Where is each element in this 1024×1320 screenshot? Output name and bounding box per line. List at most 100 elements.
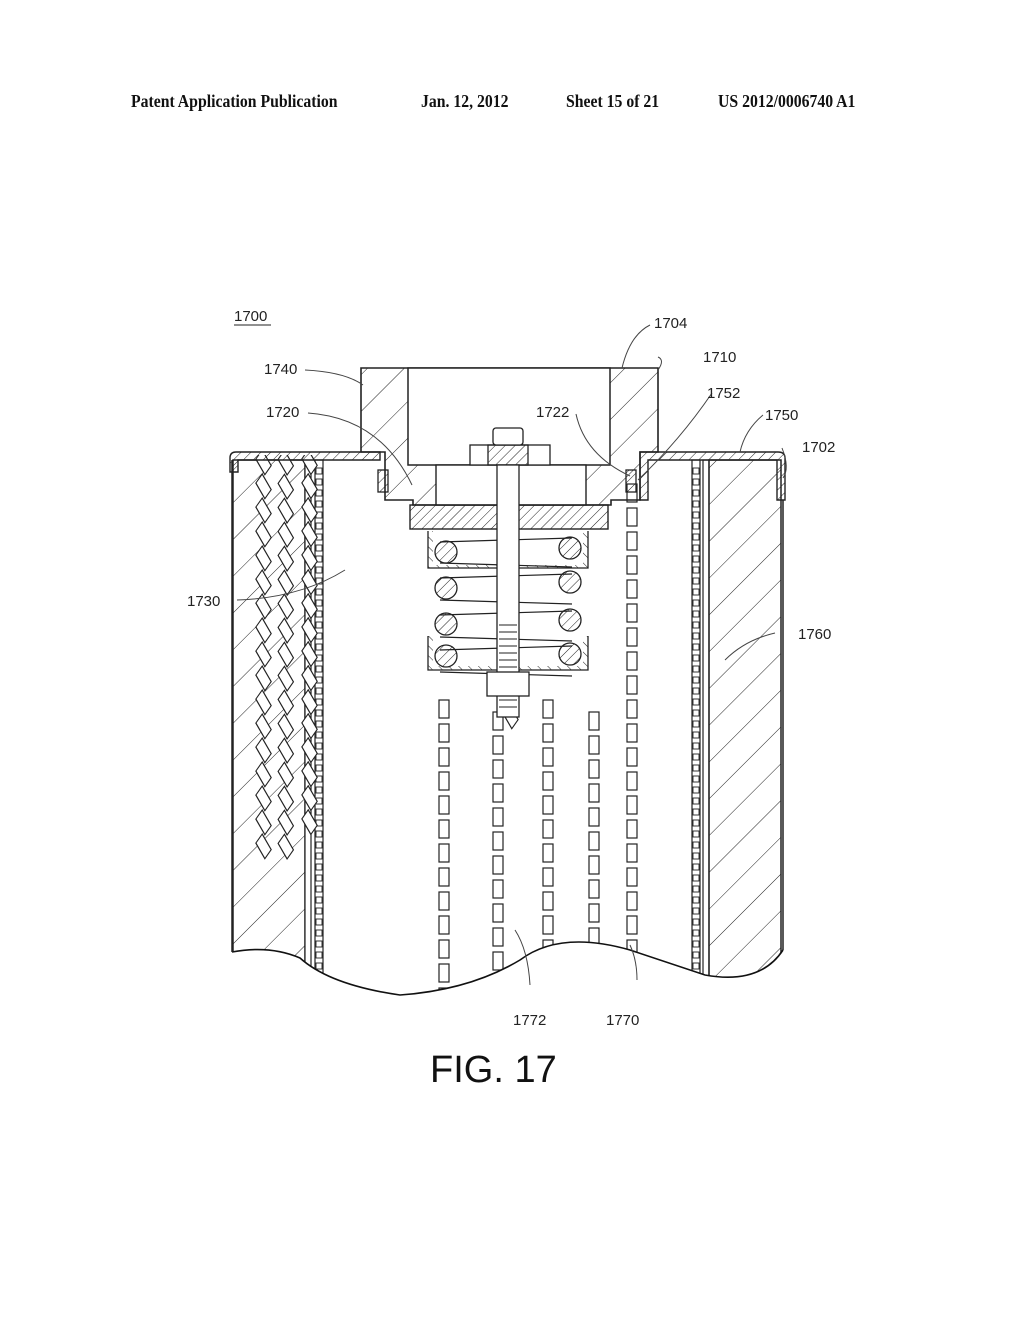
media-slot [503, 296, 518, 321]
perforation [692, 984, 700, 992]
media-slot [588, 783, 600, 803]
perforation [315, 907, 323, 915]
perforation [692, 973, 700, 981]
media-slot [302, 306, 317, 331]
perforation [692, 533, 700, 541]
media-slot [492, 807, 504, 827]
perforation [315, 544, 323, 552]
media-slot [626, 843, 638, 863]
media-slot [256, 378, 271, 403]
label-1702: 1702 [802, 439, 835, 456]
media-slot [588, 855, 600, 875]
media-slot [626, 819, 638, 839]
media-slot [256, 330, 271, 355]
left-perforations [315, 467, 323, 1002]
label-1730: 1730 [187, 593, 220, 610]
media-slot [438, 747, 450, 767]
media-slot [503, 344, 518, 369]
media-slot [492, 831, 504, 851]
media-slot [626, 675, 638, 695]
label-1772: 1772 [513, 1012, 546, 1029]
perforation [692, 731, 700, 739]
bolt-head [492, 427, 524, 446]
perforation [693, 996, 699, 1002]
perforation [692, 830, 700, 838]
media-slot [278, 426, 293, 451]
perforation [315, 808, 323, 816]
filter-media-slots [255, 200, 638, 995]
perforation [692, 478, 700, 486]
perforation [315, 874, 323, 882]
media-slot [503, 200, 518, 225]
perforation [315, 830, 323, 838]
perforation [315, 643, 323, 651]
perforation [692, 929, 700, 937]
media-slot [438, 771, 450, 791]
perforation [315, 973, 323, 981]
media-slot [626, 531, 638, 551]
perforation [315, 621, 323, 629]
perforation [692, 940, 700, 948]
perforation [315, 786, 323, 794]
perforation [692, 819, 700, 827]
media-slot [626, 627, 638, 647]
perforation [315, 984, 323, 992]
media-slot [626, 891, 638, 911]
label-1704: 1704 [654, 315, 687, 332]
right-perforations [692, 467, 700, 1002]
perforation [315, 478, 323, 486]
perforation [315, 588, 323, 596]
perforation [315, 731, 323, 739]
media-slot [542, 771, 554, 791]
perforation [315, 962, 323, 970]
perforation [692, 599, 700, 607]
perforation [692, 907, 700, 915]
media-slot [626, 723, 638, 743]
perforation [315, 709, 323, 717]
perforation [692, 610, 700, 618]
perforation [315, 489, 323, 497]
label-1760: 1760 [798, 626, 831, 643]
media-slot [492, 855, 504, 875]
media-slot [542, 795, 554, 815]
perforation [316, 996, 322, 1002]
perforation [315, 665, 323, 673]
perforation [315, 764, 323, 772]
media-slot [626, 651, 638, 671]
media-slot [492, 927, 504, 947]
label-1720: 1720 [266, 404, 299, 421]
perforation [315, 753, 323, 761]
media-slot [438, 963, 450, 983]
perforation [692, 841, 700, 849]
media-slot [626, 771, 638, 791]
perforation [315, 885, 323, 893]
media-slot [626, 603, 638, 623]
label-1722: 1722 [536, 404, 569, 421]
perforation [692, 621, 700, 629]
media-slot [492, 951, 504, 971]
perforation [692, 500, 700, 508]
media-slot [588, 831, 600, 851]
right-outer-wall [708, 459, 782, 995]
media-slot [503, 248, 518, 273]
perforation [692, 918, 700, 926]
media-slot [503, 272, 518, 297]
media-slot [438, 891, 450, 911]
media-slot [278, 330, 293, 355]
perforation [692, 962, 700, 970]
perforation [315, 863, 323, 871]
perforation [692, 489, 700, 497]
media-slot [278, 378, 293, 403]
media-slot [626, 867, 638, 887]
perforation [692, 885, 700, 893]
top-nut [487, 444, 529, 466]
media-slot [542, 987, 554, 995]
perforation [315, 500, 323, 508]
media-slot [256, 426, 271, 451]
media-slot [542, 747, 554, 767]
perforation [692, 808, 700, 816]
perforation [692, 665, 700, 673]
perforation [692, 698, 700, 706]
patent-figure-17: 1700 1740 1720 1730 1704 1710 1752 1722 … [187, 200, 835, 1091]
media-slot [438, 795, 450, 815]
